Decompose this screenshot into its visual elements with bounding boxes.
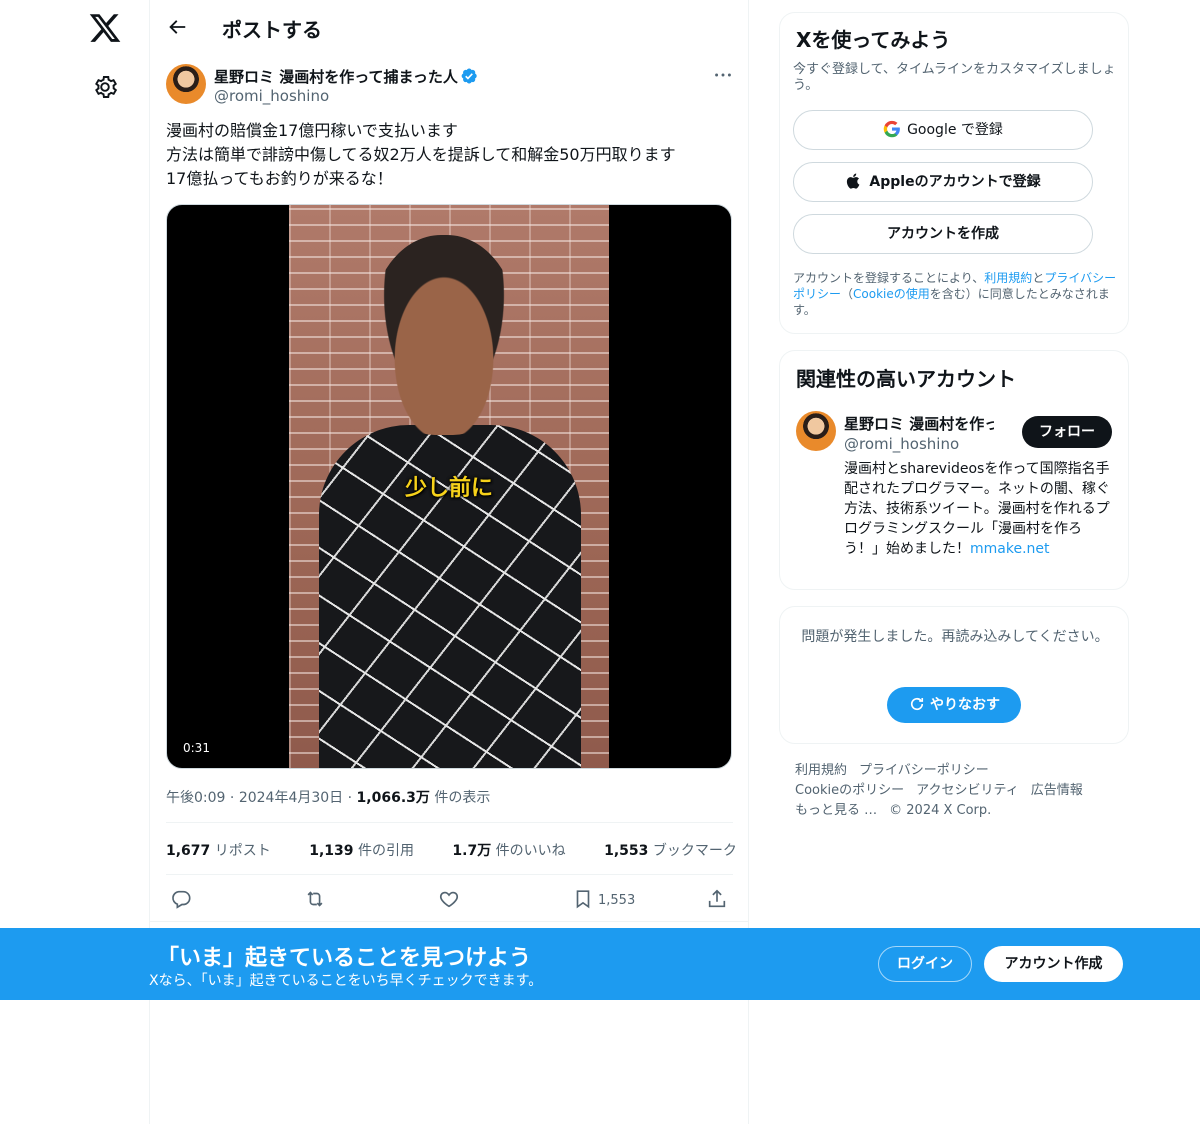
divider [166,822,733,823]
stat-quotes-num: 1,139 [309,843,354,859]
post-stats: 1,677 リポスト 1,139 件の引用 1.7万 件のいいね 1,553 ブ… [166,840,771,860]
related-avatar[interactable] [796,411,836,451]
more-options-icon[interactable] [712,64,734,86]
tweet-line: 方法は簡単で誹謗中傷してる奴2万人を提訴して和解金50万円取ります [166,145,676,164]
back-arrow-icon[interactable] [166,16,188,38]
stat-likes-label: 件のいいね [491,843,566,859]
author-handle[interactable]: @romi_hoshino [214,87,329,105]
footer-link[interactable]: プライバシーポリシー [859,763,989,778]
apple-signup-label: Appleのアカウントで登録 [869,174,1041,190]
divider [150,921,749,922]
retry-label: やりなおす [930,697,1000,713]
footer-links: 利用規約 プライバシーポリシー Cookieのポリシー アクセシビリティ 広告情報 も… [795,761,1115,821]
stat-bookmarks[interactable]: 1,553 ブックマーク [604,843,754,859]
create-account-button[interactable]: アカウントを作成 [793,214,1093,254]
related-name[interactable]: 星野ロミ 漫画村を作っ [844,413,994,434]
stat-quotes-label: 件の引用 [353,843,414,859]
banner-subtitle: Xなら、「いま」起きていることをいち早くチェックできます。 [149,973,543,989]
verified-badge-icon [461,68,477,84]
author-name[interactable]: 星野ロミ 漫画村を作って捕まった人 [214,66,478,87]
bookmark-icon[interactable] [572,888,594,910]
legal-text: （ [841,287,854,301]
x-logo-icon[interactable] [88,11,122,45]
share-icon[interactable] [706,888,728,910]
retry-button[interactable]: やりなおす [887,687,1021,723]
tweet-text: 漫画村の賠償金17億円稼いで支払います 方法は簡単で誹謗中傷してる奴2万人を提訴… [166,119,726,191]
footer-link[interactable]: 広告情報 [1031,783,1083,798]
login-button[interactable]: ログイン [878,946,972,982]
page-title: ポストする [222,18,322,42]
signup-card: Xを使ってみよう 今すぐ登録して、タイムラインをカスタマイズしましょう。 Goo… [779,12,1129,334]
copyright: © 2024 X Corp. [889,803,992,818]
google-signup-label: Google で登録 [907,122,1003,138]
related-handle[interactable]: @romi_hoshino [844,435,959,453]
author-avatar[interactable] [166,64,206,104]
view-label: 件の表示 [429,790,491,806]
tweet-line: 17億払ってもお釣りが来るな！ [166,169,393,188]
banner-title: 「いま」起きていることを見つけよう [157,946,532,971]
related-bio: 漫画村とsharevideosを作って国際指名手配されたプログラマー。ネットの闇… [844,459,1114,559]
video-player[interactable]: 少し前に 0:31 [166,204,732,769]
error-message: 問題が発生しました。再読み込みしてください。 [801,629,1109,645]
related-title: 関連性の高いアカウント [796,367,1016,391]
reply-icon[interactable] [170,888,192,910]
signup-subtitle: 今すぐ登録して、タイムラインをカスタマイズしましょう。 [793,62,1116,93]
signup-banner: 「いま」起きていることを見つけよう Xなら、「いま」起きていることをいち早くチェ… [0,928,1200,1000]
stat-reposts[interactable]: 1,677 リポスト [166,843,288,859]
post-time[interactable]: 午後0:09 [166,790,225,806]
author-name-text[interactable]: 星野ロミ 漫画村を作って捕まった人 [214,68,458,86]
google-icon [883,120,900,138]
stat-reposts-label: リポスト [210,843,271,859]
footer-link[interactable]: 利用規約 [795,763,847,778]
related-accounts-card: 関連性の高いアカウント 星野ロミ 漫画村を作っ @romi_hoshino フォ… [779,350,1129,590]
stat-reposts-num: 1,677 [166,843,211,859]
post-meta: 午後0:09 · 2024年4月30日 · 1,066.3万 件の表示 [166,790,491,806]
bookmark-count: 1,553 [598,893,636,908]
stat-likes[interactable]: 1.7万 件のいいね [452,843,582,859]
stat-bookmarks-num: 1,553 [604,843,649,859]
stat-likes-num: 1.7万 [452,843,492,859]
banner-signup-button[interactable]: アカウント作成 [984,946,1123,982]
cookie-link[interactable]: Cookieの使用 [853,287,930,301]
tweet-line: 漫画村の賠償金17億円稼いで支払います [166,121,458,140]
video-frame[interactable]: 少し前に [289,205,609,768]
google-signup-button[interactable]: Google で登録 [793,110,1093,150]
signup-title: Xを使ってみよう [796,28,951,52]
video-caption: 少し前に [404,476,493,501]
like-icon[interactable] [438,888,460,910]
signup-legal: アカウントを登録することにより、利用規約とプライバシーポリシー（Cookieの使… [793,270,1121,318]
related-name-text[interactable]: 星野ロミ 漫画村を作っ [844,415,994,433]
footer-link[interactable]: もっと見る … [795,803,877,818]
divider [166,874,733,875]
gear-icon[interactable] [92,74,118,100]
stat-bookmarks-label: ブックマーク [648,843,737,859]
legal-text: アカウントを登録することにより、 [793,271,985,285]
apple-icon [847,173,860,189]
bio-link[interactable]: mmake.net [970,541,1050,557]
stat-quotes[interactable]: 1,139 件の引用 [309,843,431,859]
post-date[interactable]: 2024年4月30日 [239,790,343,806]
apple-signup-button[interactable]: Appleのアカウントで登録 [793,162,1093,202]
video-duration: 0:31 [177,739,216,757]
video-person-head [369,235,519,435]
error-card: 問題が発生しました。再読み込みしてください。 やりなおす [779,606,1129,744]
footer-link[interactable]: Cookieのポリシー [795,783,904,798]
refresh-icon [910,697,924,711]
follow-button[interactable]: フォロー [1022,416,1112,448]
repost-icon[interactable] [304,888,326,910]
view-count: 1,066.3万 [356,790,430,806]
legal-text: と [1032,271,1045,285]
terms-link[interactable]: 利用規約 [984,271,1032,285]
footer-link[interactable]: アクセシビリティ [916,783,1019,798]
